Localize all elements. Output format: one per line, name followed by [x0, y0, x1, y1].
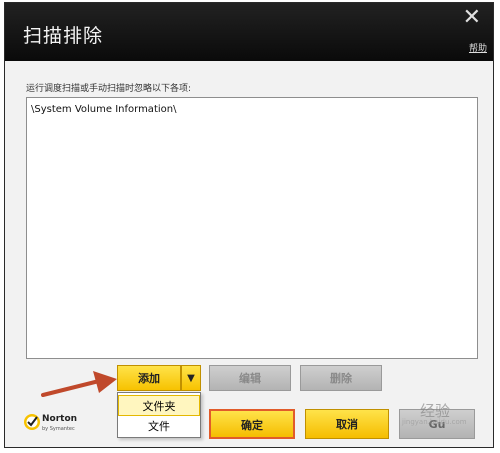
exclusion-list[interactable]: \System Volume Information\ — [26, 97, 478, 359]
watermark-subtext: jingyan.baidu.com — [402, 418, 467, 426]
cancel-button[interactable]: 取消 — [305, 409, 389, 439]
edit-button[interactable]: 编辑 — [209, 365, 291, 391]
dropdown-item-file[interactable]: 文件 — [118, 416, 200, 437]
dialog-window: 扫描排除 ✕ 帮助 运行调度扫描或手动扫描时忽略以下各项: \System Vo… — [4, 2, 494, 448]
dialog-title: 扫描排除 — [23, 25, 104, 47]
norton-logo: Norton by Symantec — [23, 409, 93, 439]
help-link[interactable]: 帮助 — [469, 41, 487, 54]
annotation-arrow-icon — [41, 371, 117, 397]
exclusion-description: 运行调度扫描或手动扫描时忽略以下各项: — [26, 84, 192, 94]
add-button[interactable]: 添加 — [117, 365, 181, 391]
brand-name: Norton — [42, 414, 78, 424]
list-item[interactable]: \System Volume Information\ — [31, 104, 176, 115]
delete-button[interactable]: 删除 — [300, 365, 382, 391]
title-bar: 扫描排除 ✕ 帮助 — [5, 3, 493, 61]
dropdown-item-folder[interactable]: 文件夹 — [118, 395, 200, 416]
dialog-content: 运行调度扫描或手动扫描时忽略以下各项: \System Volume Infor… — [5, 61, 493, 447]
add-dropdown-menu: 文件夹 文件 — [117, 392, 201, 438]
add-dropdown-arrow-icon[interactable]: ▼ — [181, 365, 201, 391]
brand-subtitle: by Symantec — [42, 426, 75, 432]
close-icon[interactable]: ✕ — [463, 7, 481, 29]
norton-check-icon — [24, 414, 40, 430]
ok-button[interactable]: 确定 — [209, 409, 295, 439]
